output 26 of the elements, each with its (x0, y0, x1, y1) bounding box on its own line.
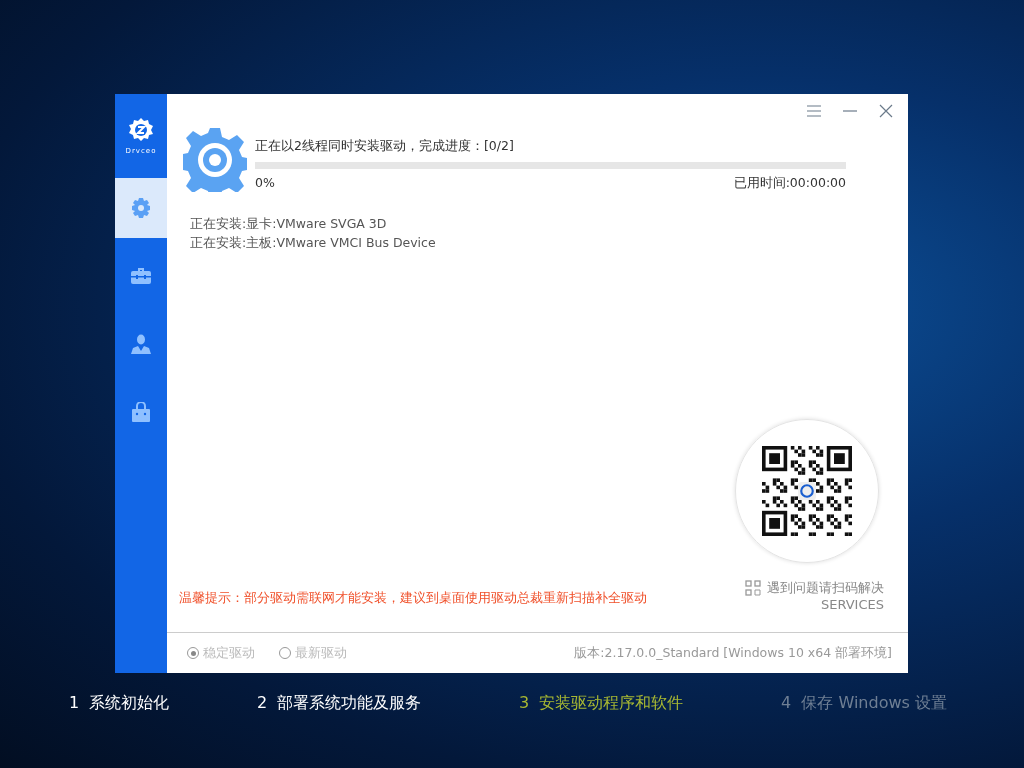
service-label: SERVICES (820, 597, 884, 612)
setup-step: 3 安装驱动程序和软件 (519, 692, 781, 714)
radio-option[interactable]: 稳定驱动 (187, 644, 255, 662)
progress-percent: 0% (255, 175, 275, 192)
sidebar-item[interactable] (115, 178, 167, 238)
warning-tip: 温馨提示：部分驱动需联网才能安装，建议到桌面使用驱动总裁重新扫描补全驱动 (179, 589, 647, 607)
version-text: 版本:2.17.0.0_Standard [Windows 10 x64 部署环境] (574, 644, 892, 662)
install-status-line: 正在安装:显卡:VMware SVGA 3D (190, 216, 388, 233)
gear-icon (183, 128, 247, 192)
close-icon[interactable] (879, 104, 893, 118)
setup-step: 1 系统初始化 (69, 692, 257, 714)
person-icon (131, 334, 151, 354)
qr-code-icon (745, 580, 761, 596)
install-status-line: 正在安装:主板:VMware VMCI Bus Device (190, 235, 437, 252)
menu-icon[interactable] (807, 105, 821, 117)
setup-step: 4 保存 Windows 设置 (781, 692, 947, 714)
elapsed-time: 已用时间:00:00:00 (733, 175, 846, 192)
service-text: 遇到问题请扫码解决 (767, 579, 884, 597)
logo-icon (128, 117, 154, 143)
setup-step: 2 部署系统功能及服务 (257, 692, 519, 714)
toolbox-icon (131, 267, 151, 285)
qr-code-icon (762, 446, 852, 536)
radio-option[interactable]: 最新驱动 (279, 644, 347, 662)
progress-title: 正在以2线程同时安装驱动，完成进度：[0/2] (255, 138, 515, 155)
bag-icon (132, 402, 150, 422)
gear-icon (131, 198, 151, 218)
